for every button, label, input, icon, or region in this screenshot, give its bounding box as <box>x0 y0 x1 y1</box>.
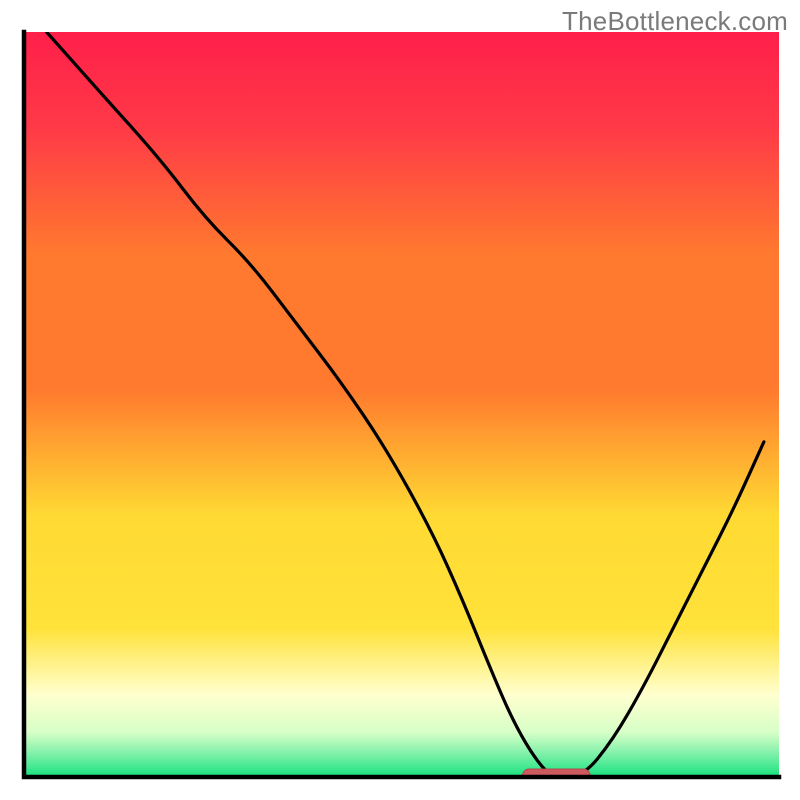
plot-background <box>24 32 779 777</box>
watermark-text: TheBottleneck.com <box>562 6 788 37</box>
chart-container: { "watermark": "TheBottleneck.com", "col… <box>0 0 800 800</box>
chart-svg <box>0 0 800 800</box>
